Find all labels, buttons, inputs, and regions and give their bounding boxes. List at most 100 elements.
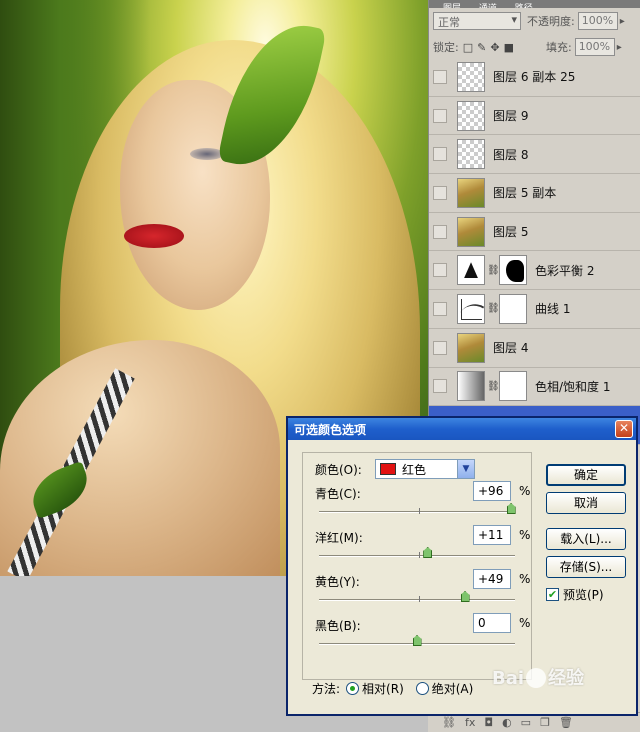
slider-knob[interactable] [460, 591, 470, 602]
colors-select[interactable]: 红色 ▼ [375, 459, 475, 479]
lock-icons: □ ✎ ✥ ■ [463, 41, 514, 54]
layer-row[interactable]: 图层 9 [429, 96, 640, 136]
preview-checkbox[interactable]: ✔ [546, 588, 559, 601]
fill-field[interactable]: 100% [574, 38, 615, 56]
slider-knob[interactable] [506, 503, 516, 514]
layer-mask-thumbnail[interactable] [499, 371, 527, 402]
layer-row[interactable]: 图层 5 副本 [429, 174, 640, 213]
slider-value-field[interactable]: 0 [473, 613, 511, 633]
chevron-down-icon[interactable]: ▼ [457, 460, 474, 478]
color-settings-group: 颜色(O): 红色 ▼ 青色(C): +96% 洋红(M): +11% 黄色(Y): +4… [302, 452, 532, 680]
lock-move-icon[interactable]: ✥ [490, 41, 499, 54]
method-relative-label[interactable]: 相对(R) [362, 680, 404, 697]
layer-thumbnail[interactable] [457, 100, 485, 131]
visibility-toggle[interactable] [433, 69, 447, 84]
save-button[interactable]: 存储(S)... [546, 556, 626, 578]
visibility-toggle[interactable] [433, 301, 447, 316]
visibility-toggle[interactable] [433, 108, 447, 123]
fill-label: 填充: [545, 41, 572, 54]
link-icon[interactable]: ⛓ [487, 381, 500, 392]
layer-row[interactable]: ⛓ 曲线 1 [429, 290, 640, 329]
slider-center-tick [419, 596, 420, 602]
visibility-toggle[interactable] [433, 147, 447, 162]
chevron-right-icon[interactable]: ▸ [620, 16, 625, 27]
slider-track[interactable] [319, 511, 515, 513]
layer-thumbnail[interactable] [457, 332, 485, 363]
preview-option[interactable]: ✔ 预览(P) [546, 586, 604, 603]
layer-thumbnail[interactable] [457, 216, 485, 247]
selective-color-dialog: 可选颜色选项 ✕ 颜色(O): 红色 ▼ 青色(C): +96% 洋红(M): +11… [286, 416, 638, 716]
blend-mode-select[interactable]: 正常 [433, 12, 521, 30]
method-absolute-label[interactable]: 绝对(A) [432, 680, 474, 697]
layer-thumbnail[interactable] [457, 255, 485, 286]
layer-name: 图层 6 副本 25 [493, 70, 576, 85]
lock-row: 锁定: □ ✎ ✥ ■ 填充: 100% ▸ [429, 34, 640, 60]
layer-row[interactable]: 图层 6 副本 25 [429, 58, 640, 97]
folder-icon[interactable]: ▭ [521, 716, 531, 729]
slider-knob[interactable] [412, 635, 422, 646]
slider-value-field[interactable]: +49 [473, 569, 511, 589]
layer-row[interactable]: ⛓ 色彩平衡 2 [429, 251, 640, 291]
trash-icon[interactable]: 🗑 [559, 716, 573, 729]
visibility-toggle[interactable] [433, 263, 447, 278]
slider-row: 洋红(M): +11% [315, 525, 530, 569]
lock-label: 锁定: [433, 41, 459, 54]
mask-icon[interactable]: ◘ [484, 716, 493, 729]
panel-tabs: 图层 通道 路径 [429, 0, 640, 8]
ok-button[interactable]: 确定 [546, 464, 626, 486]
blend-row: 正常 不透明度: 100% ▸ [429, 8, 640, 34]
method-label: 方法: [312, 682, 341, 696]
slider-track[interactable] [319, 555, 515, 557]
opacity-label: 不透明度: [527, 15, 575, 28]
adjustment-icon[interactable]: ◐ [502, 716, 512, 729]
layer-mask-thumbnail[interactable] [499, 255, 527, 286]
layer-thumbnail[interactable] [457, 293, 485, 324]
link-icon[interactable]: ⛓ [487, 265, 500, 276]
layer-thumbnail[interactable] [457, 61, 485, 92]
layer-name: 图层 5 [493, 225, 529, 240]
slider-row: 黑色(B): 0% [315, 613, 530, 657]
layer-row[interactable]: 图层 5 [429, 212, 640, 252]
layer-row[interactable]: ⛓ 色相/饱和度 1 [429, 367, 640, 407]
colors-selected-value: 红色 [402, 462, 427, 477]
fx-icon[interactable]: fx [465, 716, 475, 729]
slider-knob[interactable] [423, 547, 433, 558]
layer-row[interactable]: 图层 4 [429, 328, 640, 368]
lock-transparent-icon[interactable]: □ [463, 41, 473, 54]
color-swatch [380, 463, 396, 475]
visibility-toggle[interactable] [433, 340, 447, 355]
lock-all-icon[interactable]: ■ [504, 41, 514, 54]
layer-thumbnail[interactable] [457, 177, 485, 208]
close-icon[interactable]: ✕ [615, 420, 633, 438]
cancel-button[interactable]: 取消 [546, 492, 626, 514]
watermark-text-left: Bai [492, 668, 525, 689]
visibility-toggle[interactable] [433, 224, 447, 239]
opacity-field[interactable]: 100% [577, 12, 618, 30]
load-button[interactable]: 载入(L)... [546, 528, 626, 550]
slider-track[interactable] [319, 599, 515, 601]
method-relative-radio[interactable] [346, 682, 360, 695]
slider-label: 青色(C): [315, 487, 361, 501]
layer-row[interactable]: 图层 8 [429, 135, 640, 175]
layer-name: 色相/饱和度 1 [535, 379, 611, 394]
chevron-right-icon[interactable]: ▸ [617, 42, 622, 53]
slider-value-field[interactable]: +96 [473, 481, 511, 501]
layer-thumbnail[interactable] [457, 371, 485, 402]
visibility-toggle[interactable] [433, 379, 447, 394]
visibility-toggle[interactable] [433, 185, 447, 200]
slider-value-field[interactable]: +11 [473, 525, 511, 545]
lock-paint-icon[interactable]: ✎ [477, 41, 486, 54]
layer-mask-thumbnail[interactable] [499, 293, 527, 324]
percent-sign: % [519, 572, 531, 586]
method-absolute-radio[interactable] [415, 682, 429, 695]
layer-name: 色彩平衡 2 [535, 263, 595, 278]
baidu-watermark: Bai 经验 [492, 664, 584, 690]
layer-name: 曲线 1 [535, 302, 571, 317]
link-icon[interactable]: ⛓ [487, 303, 500, 314]
dialog-titlebar[interactable]: 可选颜色选项 ✕ [288, 418, 636, 440]
link-icon[interactable]: ⛓ [442, 716, 456, 729]
layer-thumbnail[interactable] [457, 139, 485, 170]
layer-list: 图层 6 副本 25 图层 9 图层 8 图层 5 副本图层 5 ⛓ 色彩平衡 2 ⛓ 曲线 … [429, 58, 640, 445]
new-layer-icon[interactable]: ❐ [540, 716, 550, 729]
layer-name: 图层 8 [493, 147, 529, 162]
